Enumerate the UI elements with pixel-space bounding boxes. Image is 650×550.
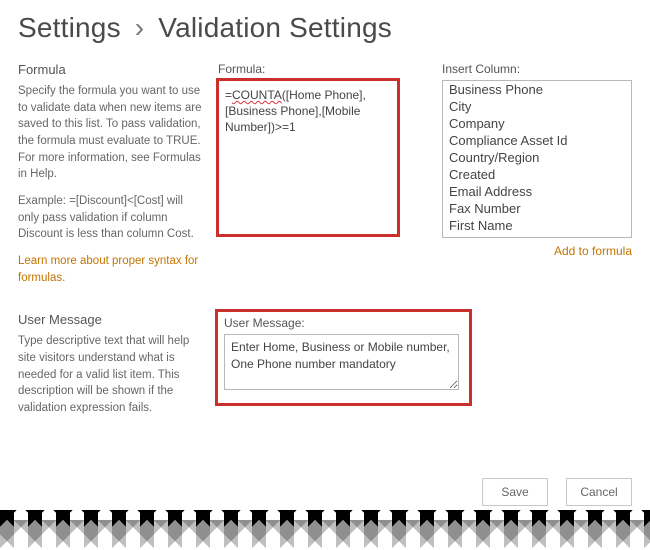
user-message-input[interactable] (224, 334, 459, 390)
user-message-desc: Type descriptive text that will help sit… (18, 333, 204, 416)
insert-column-option[interactable]: Fax Number (443, 200, 631, 217)
chevron-right-icon: › (135, 12, 145, 43)
formula-input[interactable]: =COUNTA([Home Phone],[Business Phone],[M… (218, 80, 398, 235)
cancel-button[interactable]: Cancel (566, 478, 632, 506)
user-message-section: User Message Type descriptive text that … (18, 312, 632, 426)
add-to-formula-link[interactable]: Add to formula (554, 244, 632, 258)
insert-column-option[interactable]: Compliance Asset Id (443, 132, 631, 149)
insert-column-option[interactable]: Full Name (443, 234, 631, 238)
save-button[interactable]: Save (482, 478, 548, 506)
formula-desc-1: Specify the formula you want to use to v… (18, 83, 204, 183)
insert-column-option[interactable]: Created (443, 166, 631, 183)
breadcrumb-current: Validation Settings (158, 12, 392, 43)
torn-edge-decoration (0, 510, 650, 550)
breadcrumb: Settings › Validation Settings (18, 12, 632, 44)
insert-column-label: Insert Column: (442, 62, 632, 76)
formula-field-label: Formula: (218, 62, 434, 76)
user-message-label: User Message: (224, 316, 459, 330)
user-message-highlight: User Message: (218, 312, 469, 403)
formula-heading: Formula (18, 62, 204, 77)
insert-column-option[interactable]: First Name (443, 217, 631, 234)
formula-desc-2: Example: =[Discount]<[Cost] will only pa… (18, 193, 204, 243)
formula-help-link[interactable]: Learn more about proper syntax for formu… (18, 253, 204, 286)
user-message-heading: User Message (18, 312, 204, 327)
formula-function-name: COUNTA (232, 88, 282, 102)
insert-column-option[interactable]: Business Phone (443, 81, 631, 98)
insert-column-option[interactable]: Company (443, 115, 631, 132)
insert-column-option[interactable]: Country/Region (443, 149, 631, 166)
insert-column-option[interactable]: City (443, 98, 631, 115)
breadcrumb-root[interactable]: Settings (18, 12, 121, 43)
insert-column-list[interactable]: Business PhoneCityCompanyCompliance Asse… (442, 80, 632, 238)
formula-highlight: =COUNTA([Home Phone],[Business Phone],[M… (218, 80, 398, 235)
insert-column-option[interactable]: Email Address (443, 183, 631, 200)
formula-section: Formula Specify the formula you want to … (18, 62, 632, 286)
